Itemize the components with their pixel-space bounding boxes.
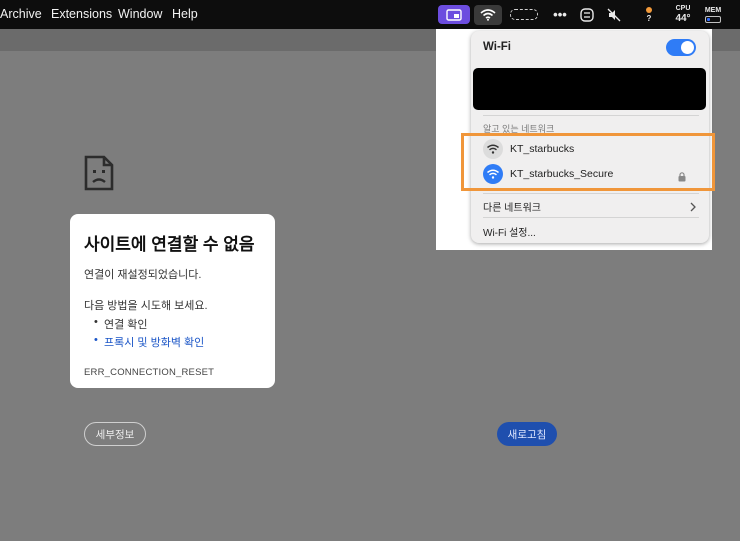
cpu-indicator[interactable]: CPU 44° bbox=[668, 0, 698, 29]
error-message: 연결이 재설정되었습니다. bbox=[84, 269, 202, 281]
other-networks-item[interactable]: 다른 네트워크 bbox=[483, 199, 541, 214]
highlight-box bbox=[461, 133, 715, 191]
details-button[interactable]: 세부정보 bbox=[84, 422, 146, 446]
divider bbox=[483, 115, 699, 116]
menu-window[interactable]: Window bbox=[118, 7, 162, 21]
reload-button[interactable]: 새로고침 bbox=[497, 422, 557, 446]
chevron-right-icon bbox=[690, 199, 696, 217]
error-title: 사이트에 연결할 수 없음 bbox=[84, 235, 255, 254]
wifi-toggle[interactable] bbox=[666, 39, 696, 56]
menu-extensions[interactable]: Extensions bbox=[51, 7, 112, 21]
wifi-settings-item[interactable]: Wi-Fi 설정... bbox=[483, 224, 536, 239]
toggle-knob bbox=[681, 41, 694, 54]
redacted-region bbox=[473, 68, 706, 110]
more-icon[interactable]: ••• bbox=[550, 0, 570, 29]
mem-indicator[interactable]: MEM bbox=[700, 0, 726, 29]
menu-bar: Archive Extensions Window Help ••• ? CPU… bbox=[0, 0, 740, 29]
suggestion-check-connection: 연결 확인 bbox=[94, 316, 147, 332]
suggestion-intro: 다음 방법을 시도해 보세요. bbox=[84, 300, 208, 312]
error-code: ERR_CONNECTION_RESET bbox=[84, 367, 215, 378]
divider bbox=[483, 217, 699, 218]
suggestion-check-proxy-link[interactable]: 프록시 및 방화벽 확인 bbox=[94, 334, 204, 350]
control-center-icon[interactable] bbox=[577, 0, 597, 29]
menu-archive[interactable]: Archive bbox=[0, 7, 42, 21]
wifi-menubar-icon[interactable] bbox=[474, 5, 502, 25]
sad-document-icon bbox=[84, 155, 114, 196]
menu-help[interactable]: Help bbox=[172, 7, 198, 21]
mem-bar bbox=[705, 15, 721, 23]
divider bbox=[483, 193, 699, 194]
mute-icon[interactable] bbox=[604, 0, 624, 29]
screen-share-icon[interactable] bbox=[438, 5, 470, 24]
orange-status-dot bbox=[646, 6, 652, 13]
error-card: 사이트에 연결할 수 없음 연결이 재설정되었습니다. 다음 방법을 시도해 보… bbox=[70, 214, 275, 388]
battery-outline-icon[interactable] bbox=[509, 0, 539, 29]
status-question-indicator[interactable]: ? bbox=[641, 0, 657, 29]
wifi-title: Wi-Fi bbox=[483, 41, 511, 53]
